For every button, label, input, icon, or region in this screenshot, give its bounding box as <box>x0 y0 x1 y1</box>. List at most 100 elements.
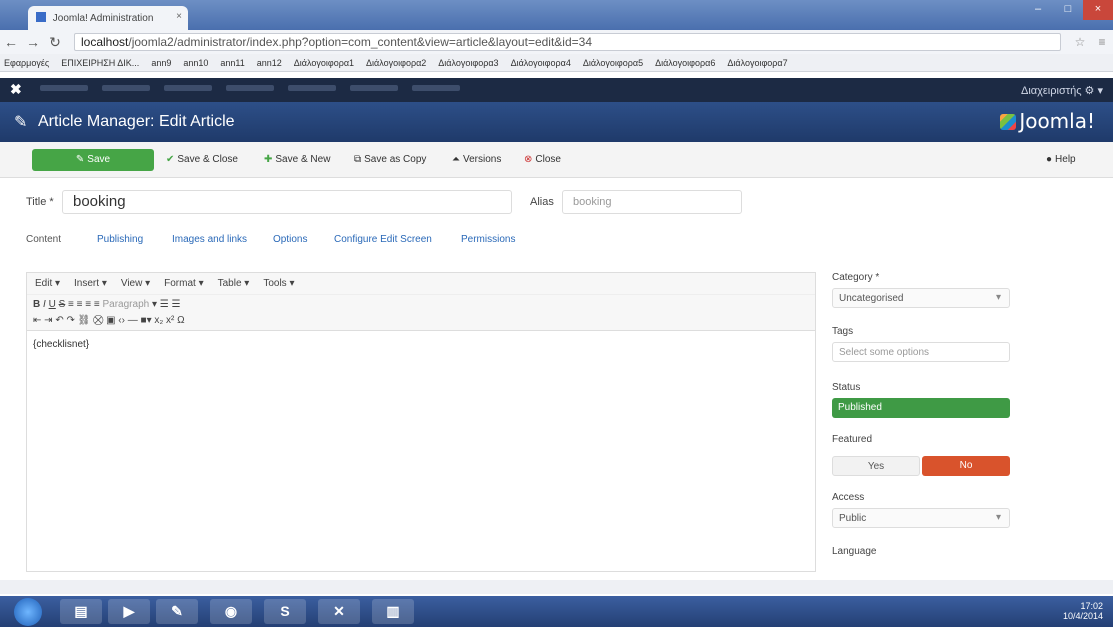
clock-date: 10/4/2014 <box>1062 611 1103 621</box>
tab-content[interactable]: Content <box>26 234 61 245</box>
explorer-taskbar-icon[interactable]: ▤ <box>60 599 102 624</box>
close-button[interactable]: ⊗ Close <box>518 149 567 171</box>
user-menu[interactable]: Διαχειριστής ⚙ ▾ <box>1021 84 1103 97</box>
editor-toolbar-row-2: ⇤ ⇥ ↶ ↷ ⛓ ⛒ ▣ ‹› — ■▾ x₂ x² Ω <box>33 315 185 326</box>
bookmark-item[interactable]: Διάλογοιφορα2 <box>366 58 426 68</box>
close-circle-icon: ⊗ <box>524 154 533 165</box>
star-icon[interactable]: ☆ <box>1069 35 1091 49</box>
bookmark-item[interactable]: ann11 <box>220 58 244 68</box>
save-new-button[interactable]: ✚ Save & New <box>258 149 336 171</box>
access-select[interactable]: Public ▾ <box>832 508 1010 528</box>
title-label: Title * <box>26 196 54 208</box>
editor-menu-item[interactable]: View ▾ <box>121 278 150 289</box>
editor: Edit ▾ Insert ▾ View ▾ Format ▾ Table ▾ Tools… <box>26 272 816 572</box>
access-label: Access <box>832 492 865 503</box>
bookmark-item[interactable]: Διάλογοιφορα7 <box>727 58 787 68</box>
address-bar-row: ← → ↻ localhost/joomla2/administrator/in… <box>0 30 1113 54</box>
tags-label: Tags <box>832 326 854 337</box>
skype-taskbar-icon[interactable]: S <box>264 599 306 624</box>
tab-publishing[interactable]: Publishing <box>97 234 143 245</box>
copy-icon: ⧉ <box>354 154 362 165</box>
bookmark-item[interactable]: Διάλογοιφορα4 <box>511 58 571 68</box>
close-tab-icon[interactable]: × <box>176 11 182 22</box>
save-close-button[interactable]: ✔ Save & Close <box>160 149 244 171</box>
toolbar: ✎ Save ✔ Save & Close ✚ Save & New ⧉ Save as… <box>0 142 1113 178</box>
joomla-top-nav: ✖ Διαχειριστής ⚙ ▾ <box>0 78 1113 102</box>
xampp-taskbar-icon[interactable]: ✕ <box>318 599 360 624</box>
editor-menu-item[interactable]: Table ▾ <box>218 278 250 289</box>
editor-menu-item[interactable]: Edit ▾ <box>35 278 60 289</box>
editor-menu-item[interactable]: Insert ▾ <box>74 278 107 289</box>
check-icon: ✔ <box>166 154 175 165</box>
browser-tab-strip: Joomla! Administration × – □ × <box>0 0 1113 30</box>
editor-menubar: Edit ▾ Insert ▾ View ▾ Format ▾ Table ▾ Tools… <box>27 273 815 295</box>
paragraph-select[interactable]: Paragraph <box>103 299 150 310</box>
browser-tab[interactable]: Joomla! Administration × <box>28 6 188 30</box>
article-header-fields: Title * booking Alias booking <box>0 184 1113 224</box>
alias-input[interactable]: booking <box>562 190 742 214</box>
category-label: Category * <box>832 272 880 283</box>
back-icon[interactable]: ← <box>0 34 22 50</box>
browser-status-strip <box>0 580 1113 594</box>
title-input[interactable]: booking <box>62 190 512 214</box>
bookmark-item[interactable]: Εφαρμογές <box>4 58 49 68</box>
category-select[interactable]: Uncategorised ▾ <box>832 288 1010 308</box>
alias-label: Alias <box>530 196 554 208</box>
close-window-icon[interactable]: × <box>1083 0 1113 20</box>
joomla-logo-icon <box>1000 114 1017 130</box>
versions-button[interactable]: ⏶ Versions <box>446 149 507 171</box>
article-tabs: Content Publishing Images and links Options… <box>0 232 1113 252</box>
notepad-taskbar-icon[interactable]: ▥ <box>372 599 414 624</box>
joomla-favicon-icon <box>36 12 46 22</box>
page-header: ✎ Article Manager: Edit Article Joomla! <box>0 102 1113 142</box>
save-button[interactable]: ✎ Save <box>32 149 154 171</box>
bookmark-item[interactable]: ann12 <box>257 58 282 68</box>
save-icon: ✎ <box>75 154 85 165</box>
bookmarks-bar: Εφαρμογές ΕΠΙΧΕΙΡΗΣΗ ΔΙΚ... ann9 ann10 ann11… <box>0 54 1113 72</box>
media-taskbar-icon[interactable]: ▶ <box>108 599 150 624</box>
editor-toolbar: B I U S ≡ ≡ ≡ ≡ Paragraph ▾ ☰ ☰ ⇤ ⇥ ↶ ↷ … <box>27 295 815 331</box>
editor-menu-item[interactable]: Format ▾ <box>164 278 203 289</box>
url-input[interactable]: localhost/joomla2/administrator/index.ph… <box>74 33 1061 51</box>
system-clock: 17:02 10/4/2014 <box>1063 601 1103 621</box>
joomla-x-icon[interactable]: ✖ <box>10 81 22 98</box>
bookmark-item[interactable]: ann10 <box>183 58 208 68</box>
bookmark-item[interactable]: Διάλογοιφορα1 <box>294 58 354 68</box>
clock-time: 17:02 <box>1080 601 1103 611</box>
page-title: Article Manager: Edit Article <box>38 113 235 130</box>
plus-icon: ✚ <box>264 154 273 165</box>
paint-taskbar-icon[interactable]: ✎ <box>156 599 198 624</box>
bookmark-item[interactable]: Διάλογοιφορα3 <box>438 58 498 68</box>
chrome-taskbar-icon[interactable]: ◉ <box>210 599 252 624</box>
save-copy-button[interactable]: ⧉ Save as Copy <box>348 149 432 171</box>
tab-options[interactable]: Options <box>273 234 307 245</box>
status-select[interactable]: Published <box>832 398 1010 418</box>
featured-yes-button[interactable]: Yes <box>832 456 920 476</box>
tab-permissions[interactable]: Permissions <box>461 234 515 245</box>
editor-content[interactable]: {checklisnet} <box>27 331 815 358</box>
help-icon: ● <box>1046 154 1053 165</box>
bookmark-item[interactable]: Διάλογοιφορα5 <box>583 58 643 68</box>
maximize-icon[interactable]: □ <box>1053 0 1083 20</box>
bookmark-item[interactable]: ann9 <box>151 58 171 68</box>
tags-input[interactable]: Select some options <box>832 342 1010 362</box>
start-button[interactable] <box>14 598 42 626</box>
versions-icon: ⏶ <box>452 154 460 165</box>
joomla-logo: Joomla! <box>1000 109 1095 133</box>
editor-menu-item[interactable]: Tools ▾ <box>263 278 294 289</box>
help-button[interactable]: ● Help <box>1040 149 1082 171</box>
bookmark-item[interactable]: ΕΠΙΧΕΙΡΗΣΗ ΔΙΚ... <box>61 58 139 68</box>
status-label: Status <box>832 382 861 393</box>
minimize-icon[interactable]: – <box>1023 0 1053 20</box>
reload-icon[interactable]: ↻ <box>44 34 66 51</box>
tab-title: Joomla! Administration <box>52 13 154 24</box>
featured-label: Featured <box>832 434 873 445</box>
featured-no-button[interactable]: No <box>922 456 1010 476</box>
tab-images-and-links[interactable]: Images and links <box>172 234 247 245</box>
menu-icon[interactable]: ≡ <box>1091 35 1113 49</box>
forward-icon[interactable]: → <box>22 34 44 50</box>
language-label: Language <box>832 546 877 557</box>
bookmark-item[interactable]: Διάλογοιφορα6 <box>655 58 715 68</box>
url-path: /joomla2/administrator/index.php?option=… <box>128 35 592 49</box>
tab-configure-edit-screen[interactable]: Configure Edit Screen <box>334 234 432 245</box>
